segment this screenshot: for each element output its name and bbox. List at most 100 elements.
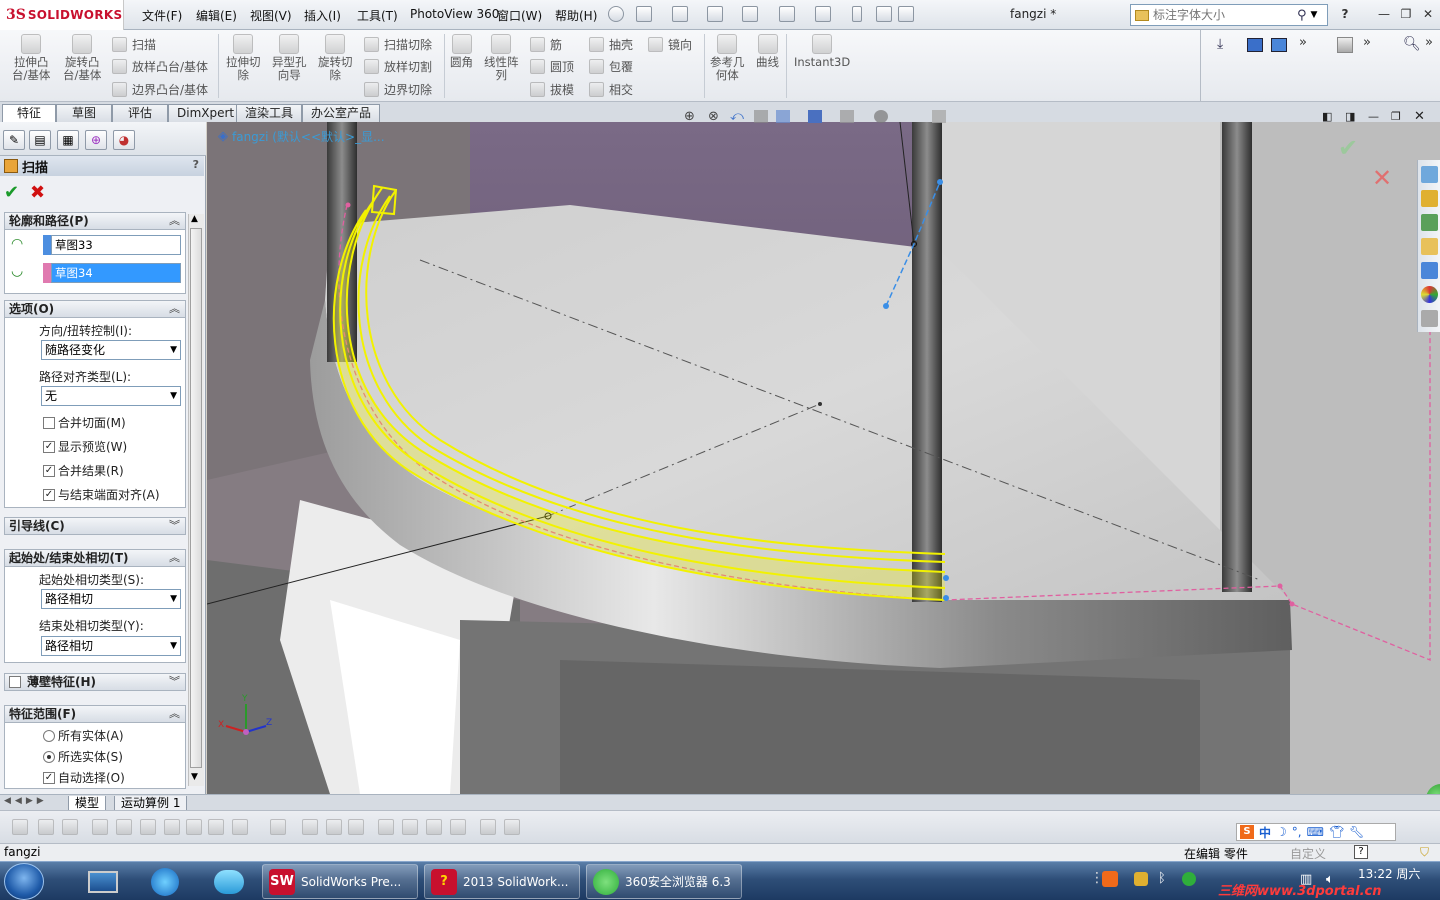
display-style-icon[interactable] <box>808 110 822 123</box>
viewport-restore-icon[interactable]: ❐ <box>1391 110 1401 123</box>
zoom-icon[interactable]: 🔍︎ <box>1403 36 1421 52</box>
reference-geometry-button[interactable]: 参考几 何体 <box>710 34 745 82</box>
start-tangency-select[interactable]: 路径相切 ▼ <box>41 589 181 609</box>
tray-app-icon[interactable] <box>1134 872 1148 886</box>
close-icon[interactable]: ✕ <box>1419 6 1437 22</box>
taskbar-pin-desktop[interactable] <box>80 865 126 898</box>
sketch-tool-icon[interactable] <box>62 819 78 835</box>
tab-render-tools[interactable]: 渲染工具 <box>236 104 303 122</box>
sketch-tool-icon[interactable] <box>326 819 342 835</box>
custom-properties-icon[interactable] <box>1421 310 1438 327</box>
boundary-cut-button[interactable]: 边界切除 <box>364 81 432 98</box>
hide-show-icon[interactable] <box>840 110 854 123</box>
all-bodies-radio[interactable]: 所有实体(A) <box>43 727 124 744</box>
tab-evaluate[interactable]: 评估 <box>112 104 168 122</box>
more-icon[interactable]: » <box>1425 35 1433 50</box>
open-icon[interactable] <box>672 6 688 22</box>
scroll-up-icon[interactable]: ▲ <box>191 214 198 224</box>
tab-dimxpert[interactable]: DimXpert <box>168 104 244 122</box>
taskbar-pin-cloud[interactable] <box>206 865 252 898</box>
tab-scroll-arrows-icon[interactable]: ◀◀▶▶ <box>4 796 48 806</box>
sketch-tool-icon[interactable] <box>504 819 520 835</box>
tab-model[interactable]: 模型 <box>68 796 107 811</box>
file-properties-icon[interactable] <box>876 6 892 22</box>
normal-to-icon[interactable]: ⤓ <box>1217 36 1223 52</box>
view-orientation-icon[interactable] <box>776 110 790 123</box>
more-icon[interactable]: » <box>1299 35 1307 50</box>
minimize-icon[interactable]: — <box>1375 6 1393 22</box>
search-dropdown-icon[interactable]: ▼ <box>1311 10 1318 20</box>
collapse-icon[interactable]: ︽ <box>169 213 180 229</box>
viewport-minimize-icon[interactable]: — <box>1368 110 1379 123</box>
sketch-tool-icon[interactable] <box>302 819 318 835</box>
orientation-select[interactable]: 随路径变化 ▼ <box>41 340 181 360</box>
tab-motion-study[interactable]: 运动算例 1 <box>114 796 188 811</box>
boundary-boss-button[interactable]: 边界凸台/基体 <box>112 81 208 98</box>
home-icon[interactable] <box>1421 190 1438 207</box>
file-explorer-icon[interactable] <box>1421 238 1438 255</box>
menu-tools[interactable]: 工具(T) <box>357 7 398 24</box>
rib-button[interactable]: 筋 <box>530 36 562 53</box>
sketch-tool-icon[interactable] <box>116 819 132 835</box>
display-manager-tab-icon[interactable]: ◕ <box>113 130 135 150</box>
intersect-button[interactable]: 相交 <box>589 81 633 98</box>
feature-manager-tab-icon[interactable]: ✎ <box>3 130 25 150</box>
sketch-tool-icon[interactable] <box>12 819 28 835</box>
section-profile-path-header[interactable]: 轮廓和路径(P) ︽ <box>4 212 186 230</box>
scroll-thumb[interactable] <box>190 228 202 768</box>
tab-office-products[interactable]: 办公室产品 <box>302 104 381 122</box>
end-tangency-select[interactable]: 路径相切 ▼ <box>41 636 181 656</box>
tray-sogou-icon[interactable] <box>1102 871 1118 887</box>
extrude-boss-button[interactable]: 拉伸凸 台/基体 <box>12 34 50 82</box>
appearance-icon[interactable] <box>874 110 888 123</box>
sketch-tool-icon[interactable] <box>450 819 466 835</box>
sketch-tool-icon[interactable] <box>402 819 418 835</box>
menu-file[interactable]: 文件(F) <box>142 7 182 24</box>
help-button[interactable]: ? <box>1336 6 1354 22</box>
merge-tangent-faces-checkbox[interactable]: 合并切面(M) <box>43 414 126 431</box>
align-end-faces-checkbox[interactable]: ✓ 与结束端面对齐(A) <box>43 486 160 503</box>
ime-toolbar[interactable]: S 中 ☽ °, ⌨ 👕︎ 🔧︎ <box>1236 823 1396 841</box>
thin-feature-checkbox[interactable] <box>9 676 21 688</box>
save-icon[interactable] <box>707 6 723 22</box>
selected-bodies-radio[interactable]: 所选实体(S) <box>43 748 123 765</box>
status-help-icon[interactable]: ? <box>1354 845 1368 859</box>
section-guide-curves-header[interactable]: 引导线(C) ︾ <box>4 517 186 535</box>
cancel-x-icon[interactable]: ✖ <box>30 182 45 203</box>
sweep-button[interactable]: 扫描 <box>112 36 156 53</box>
select-icon[interactable] <box>815 6 831 22</box>
taskbar-app-browser[interactable]: 360安全浏览器 6.3 <box>586 864 742 899</box>
section-view-icon[interactable] <box>754 110 768 123</box>
tab-sketch[interactable]: 草图 <box>56 104 112 122</box>
view-orientation-icon[interactable] <box>1247 38 1263 52</box>
path-field[interactable]: 草图34 <box>51 263 181 283</box>
menu-photoview[interactable]: PhotoView 360 <box>410 7 499 21</box>
search-icon[interactable]: ⚲ <box>1297 8 1307 23</box>
search-commands-box[interactable]: ⚲ ▼ <box>1130 4 1328 26</box>
revolve-cut-button[interactable]: 旋转切 除 <box>318 34 353 82</box>
wrap-button[interactable]: 包覆 <box>589 58 633 75</box>
lofted-cut-button[interactable]: 放样切割 <box>364 58 432 75</box>
sketch-tool-icon[interactable] <box>232 819 248 835</box>
panel-scrollbar[interactable]: ▲ ▼ <box>188 214 204 786</box>
sketch-tool-icon[interactable] <box>378 819 394 835</box>
collapse-icon[interactable]: ︽ <box>169 301 180 317</box>
display-style-icon[interactable] <box>1271 38 1287 52</box>
solidworks-resources-icon[interactable] <box>1421 166 1438 183</box>
sketch-tool-icon[interactable] <box>270 819 286 835</box>
search-input[interactable] <box>1153 8 1293 22</box>
expand-icon[interactable]: ︾ <box>169 674 180 690</box>
linear-pattern-button[interactable]: 线性阵 列 <box>484 34 519 82</box>
tile-right-icon[interactable]: ◨ <box>1345 110 1355 123</box>
menu-window[interactable]: 窗口(W) <box>497 7 542 24</box>
sketch-tool-icon[interactable] <box>140 819 156 835</box>
configuration-manager-tab-icon[interactable]: ▦ <box>57 130 79 150</box>
taskbar-app-solidworks[interactable]: SW SolidWorks Pre... <box>262 864 418 899</box>
previous-view-icon[interactable]: ⤺ <box>730 109 744 124</box>
extrude-cut-button[interactable]: 拉伸切 除 <box>226 34 261 82</box>
draft-button[interactable]: 拔模 <box>530 81 574 98</box>
dimxpert-manager-tab-icon[interactable]: ⊕ <box>85 130 107 150</box>
tray-security-icon[interactable] <box>1182 872 1196 886</box>
tag-icon[interactable]: ⛉ <box>1420 845 1429 860</box>
new-document-icon[interactable] <box>636 6 652 22</box>
